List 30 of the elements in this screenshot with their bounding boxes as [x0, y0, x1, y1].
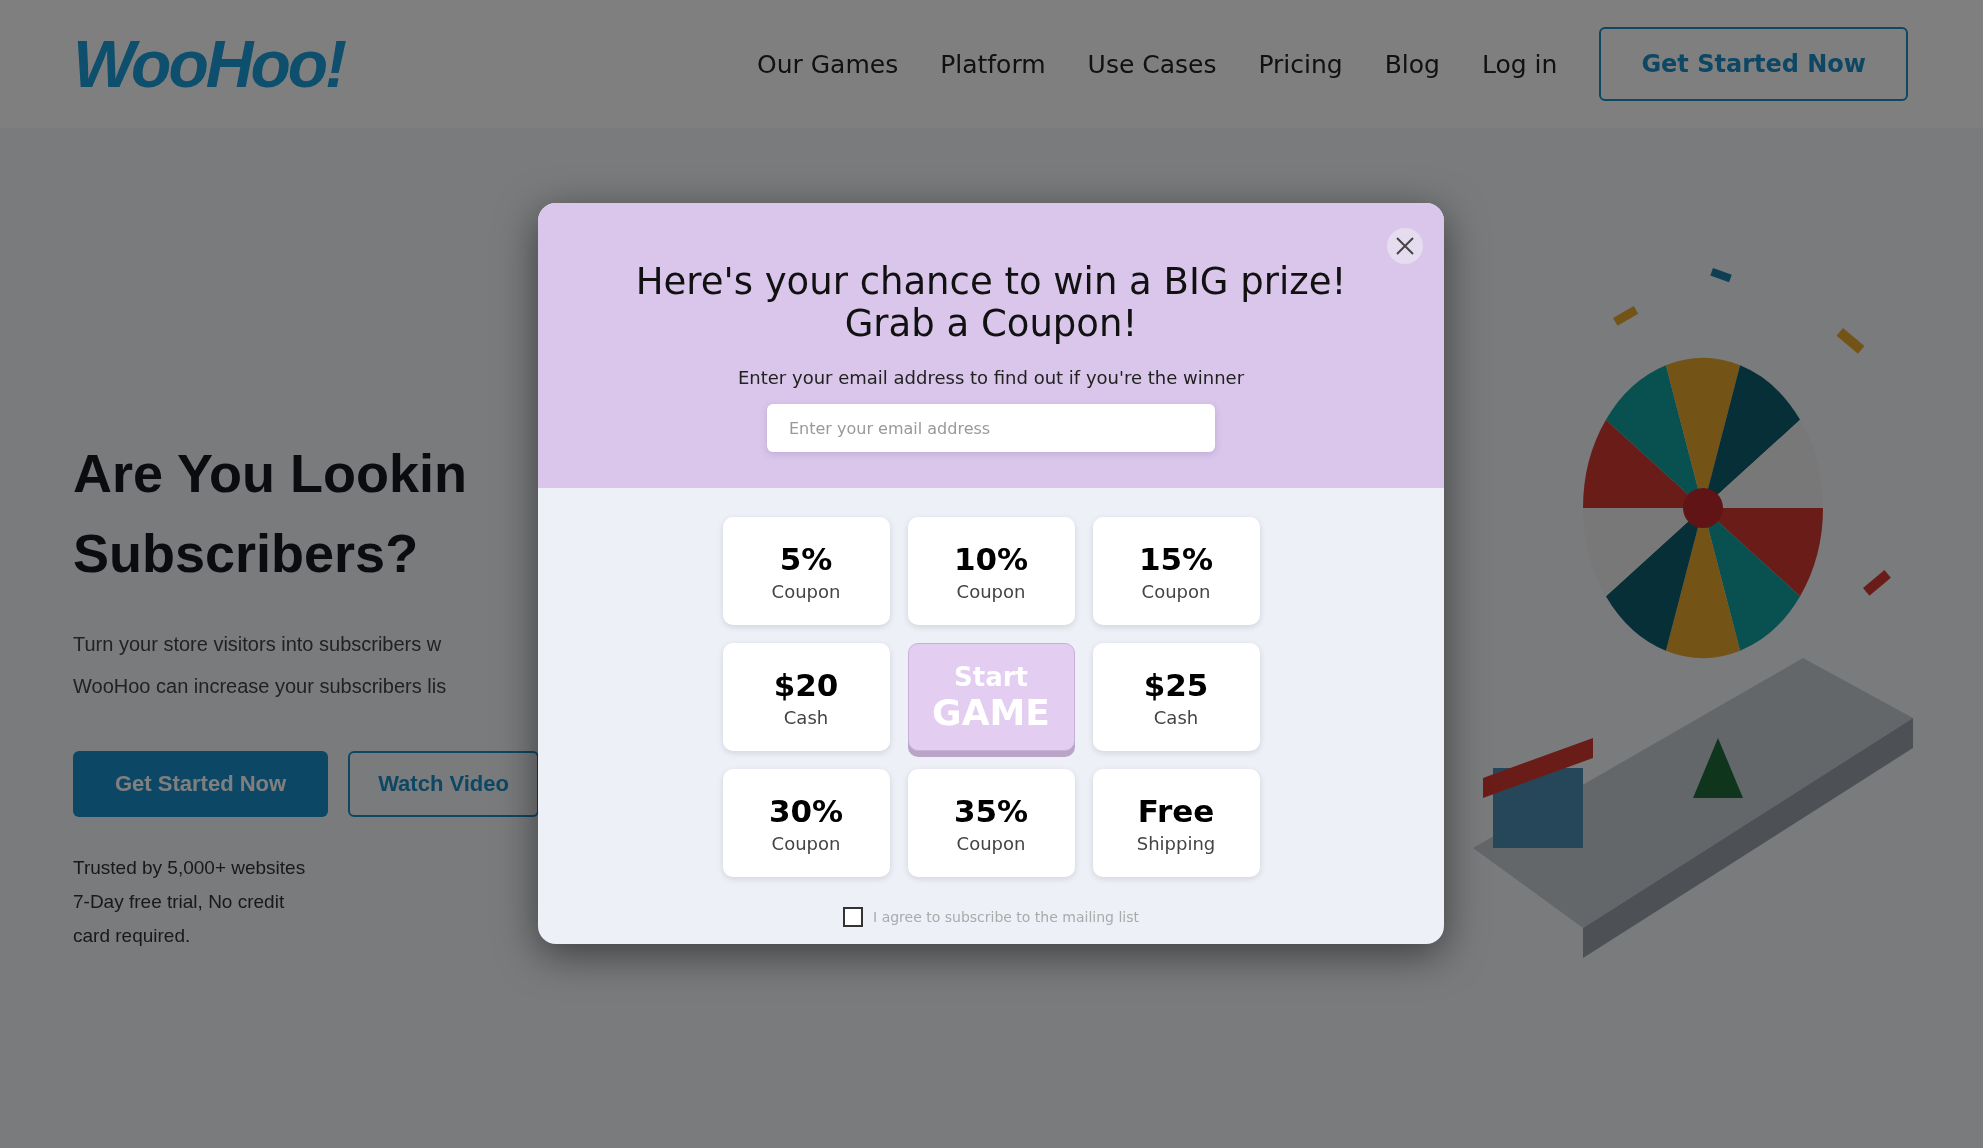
- email-field[interactable]: Enter your email address: [767, 404, 1215, 452]
- trust-note: 7-Day free trial, No credit: [73, 890, 286, 914]
- prize-tile[interactable]: $25 Cash: [1092, 643, 1260, 751]
- nav-link[interactable]: Use Cases: [1087, 49, 1217, 79]
- prize-tile[interactable]: 15% Coupon: [1092, 517, 1260, 625]
- get-started-button[interactable]: Get Started Now: [1599, 27, 1908, 101]
- popup-title: Here's your chance to win a BIG prize! Grab a Coupon!: [634, 261, 1348, 345]
- popup-subtitle: Enter your email address to find out if you're the winner: [737, 367, 1245, 388]
- nav-link[interactable]: Our Games: [756, 49, 899, 79]
- close-button[interactable]: [1387, 228, 1423, 264]
- prize-tile[interactable]: 35% Coupon: [907, 769, 1075, 877]
- hero-description: Turn your store visitors into subscribers w: [73, 632, 443, 657]
- hero-heading: Are You Lookin: [73, 442, 469, 505]
- trust-note: card required.: [73, 924, 192, 948]
- hero-heading: Subscribers?: [73, 522, 420, 585]
- nav-link[interactable]: Platform: [940, 49, 1046, 79]
- prize-tile[interactable]: 5% Coupon: [722, 517, 890, 625]
- prize-tile[interactable]: 10% Coupon: [907, 517, 1075, 625]
- prize-tile[interactable]: Free Shipping: [1092, 769, 1260, 877]
- trust-note: Trusted by 5,000+ websites: [73, 856, 307, 880]
- hero-description: WooHoo can increase your subscribers lis: [73, 674, 448, 699]
- prize-tile[interactable]: 30% Coupon: [722, 769, 890, 877]
- nav-link[interactable]: Pricing: [1258, 49, 1343, 79]
- consent-label: I agree to subscribe to the mailing list: [873, 909, 1139, 925]
- nav-link[interactable]: Log in: [1482, 49, 1558, 79]
- prize-tile[interactable]: $20 Cash: [722, 643, 890, 751]
- close-icon: [1396, 237, 1414, 255]
- get-started-button[interactable]: Get Started Now: [73, 751, 329, 817]
- nav-link[interactable]: Blog: [1384, 49, 1440, 79]
- checkbox[interactable]: [843, 907, 864, 927]
